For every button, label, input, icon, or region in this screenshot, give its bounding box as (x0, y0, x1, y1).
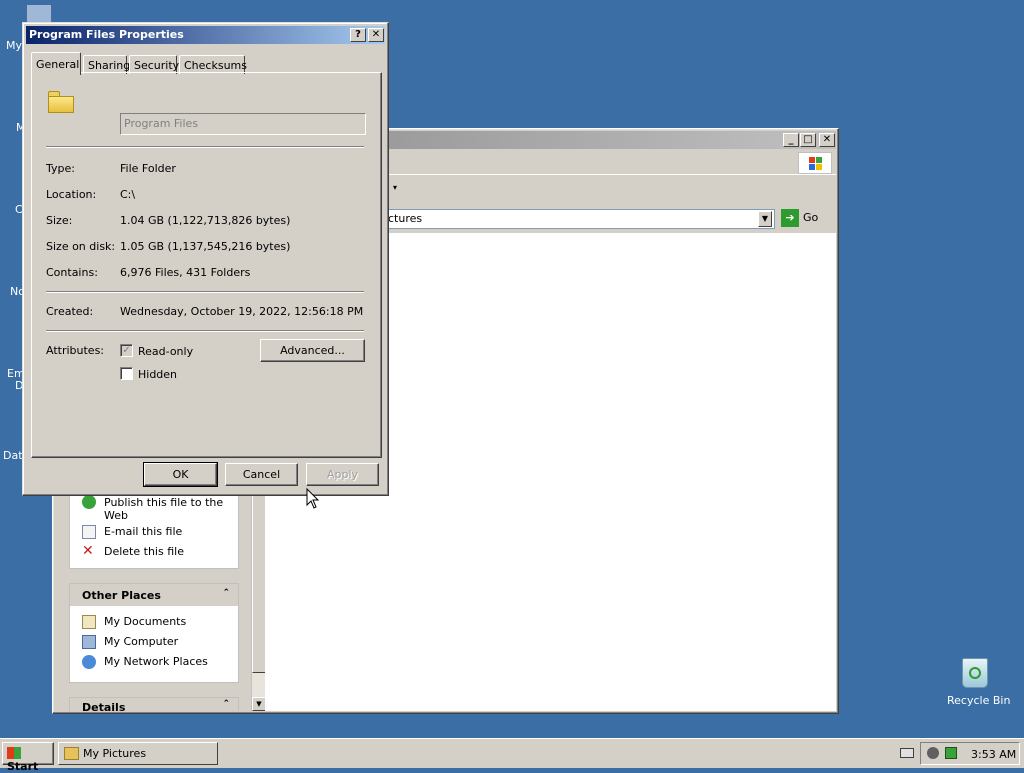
recycle-bin-label: Recycle Bin (947, 694, 1011, 707)
location-value: C:\ (120, 188, 136, 201)
place-my-network-places[interactable]: My Network Places (70, 652, 238, 672)
dialog-title-bar[interactable]: Program Files Properties ? ✕ (26, 26, 385, 44)
properties-dialog: Program Files Properties ? ✕ General Sha… (22, 22, 389, 496)
keyboard-icon[interactable] (900, 748, 914, 758)
maximize-button[interactable]: □ (800, 133, 816, 147)
ok-button[interactable]: OK (143, 462, 218, 487)
windows-flag-icon (7, 747, 21, 759)
file-tasks-box: Publish this file to the Web E-mail this… (69, 491, 239, 569)
readonly-checkbox[interactable]: ✓ (120, 344, 133, 357)
advanced-button[interactable]: Advanced... (260, 339, 365, 362)
taskbar-item-my-pictures[interactable]: My Pictures (58, 742, 218, 765)
details-box: Details ⌃ (69, 697, 239, 711)
views-dropdown-icon[interactable]: ▾ (393, 183, 397, 192)
system-tray: 3:53 AM (920, 742, 1020, 765)
windows-logo-icon (798, 152, 832, 174)
size-label: Size: (46, 214, 73, 227)
help-button[interactable]: ? (350, 28, 366, 42)
close-button[interactable]: ✕ (819, 133, 835, 147)
taskbar: Start My Pictures 3:53 AM (0, 738, 1024, 773)
folder-name-field[interactable]: Program Files (120, 113, 366, 135)
mouse-cursor-icon (306, 488, 320, 509)
place-my-computer[interactable]: My Computer (70, 632, 238, 652)
size-value: 1.04 GB (1,122,713,826 bytes) (120, 214, 291, 227)
type-label: Type: (46, 162, 75, 175)
created-value: Wednesday, October 19, 2022, 12:56:18 PM (120, 305, 364, 318)
other-places-box: Other Places ⌃ My Documents My Computer … (69, 583, 239, 683)
desktop-icon-label: My (6, 39, 23, 52)
divider (46, 146, 364, 148)
publish-icon (82, 495, 96, 509)
minimize-button[interactable]: _ (783, 133, 799, 147)
address-bar: ctures ▼ ➔ Go (383, 209, 835, 231)
documents-icon (82, 615, 96, 629)
go-arrow-icon: ➔ (781, 209, 799, 227)
divider (46, 291, 364, 293)
tab-general[interactable]: General (31, 52, 81, 75)
computer-icon (82, 635, 96, 649)
computer-icon (26, 4, 52, 24)
type-value: File Folder (120, 162, 176, 175)
details-header[interactable]: Details ⌃ (70, 698, 238, 711)
tray-icon[interactable] (945, 747, 957, 759)
recycle-bin-icon (962, 658, 988, 688)
tray-icon[interactable] (927, 747, 939, 759)
size-on-disk-value: 1.05 GB (1,137,545,216 bytes) (120, 240, 291, 253)
scroll-down-button[interactable]: ▼ (252, 697, 266, 711)
location-label: Location: (46, 188, 97, 201)
collapse-chevron-icon[interactable]: ⌃ (222, 588, 230, 598)
place-my-documents[interactable]: My Documents (70, 612, 238, 632)
collapse-chevron-icon[interactable]: ⌃ (222, 699, 230, 709)
close-button[interactable]: ✕ (368, 28, 384, 42)
folder-icon (64, 747, 79, 760)
hidden-checkbox[interactable] (120, 367, 133, 380)
other-places-header[interactable]: Other Places ⌃ (70, 584, 238, 606)
address-input[interactable]: ctures ▼ (383, 209, 775, 229)
cancel-button[interactable]: Cancel (225, 463, 298, 486)
contains-label: Contains: (46, 266, 98, 279)
divider (46, 330, 364, 332)
general-tab-panel: Program Files Type: File Folder Location… (31, 72, 382, 458)
attributes-label: Attributes: (46, 344, 105, 357)
task-delete-file[interactable]: ✕ Delete this file (70, 542, 238, 562)
size-on-disk-label: Size on disk: (46, 240, 116, 253)
folder-icon (48, 91, 76, 113)
network-icon (82, 655, 96, 669)
task-publish-web[interactable]: Publish this file to the Web (70, 492, 238, 522)
readonly-label[interactable]: Read-only (138, 345, 193, 358)
apply-button[interactable]: Apply (306, 463, 379, 486)
clock[interactable]: 3:53 AM (971, 748, 1016, 761)
hidden-label[interactable]: Hidden (138, 368, 177, 381)
go-button[interactable]: ➔ Go (781, 209, 833, 229)
delete-icon: ✕ (82, 543, 94, 559)
email-icon (82, 525, 96, 539)
start-button[interactable]: Start (2, 742, 54, 773)
dialog-title: Program Files Properties (29, 28, 184, 41)
task-email-file[interactable]: E-mail this file (70, 522, 238, 542)
created-label: Created: (46, 305, 94, 318)
contains-value: 6,976 Files, 431 Folders (120, 266, 251, 279)
address-dropdown-button[interactable]: ▼ (758, 211, 772, 227)
desktop-icon-recycle-bin[interactable]: Recycle Bin (940, 656, 1010, 710)
